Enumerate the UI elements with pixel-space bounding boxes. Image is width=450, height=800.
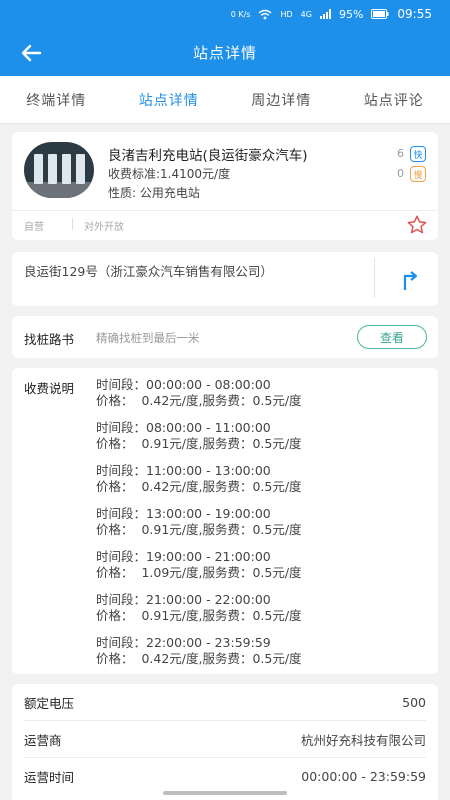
view-guide-button[interactable]: 查看 bbox=[357, 325, 427, 349]
list-item: 时间段：08:00:00 - 11:00:00 价格： 0.91元/度,服务费：0… bbox=[96, 420, 302, 463]
app-bar: 站点详情 bbox=[0, 28, 450, 76]
period-price: 价格： 0.91元/度,服务费：0.5元/度 bbox=[96, 436, 302, 451]
pile-guide-hint: 精确找桩到最后一米 bbox=[96, 331, 200, 345]
tab-bar: 终端详情 站点详情 周边详情 站点评论 bbox=[0, 76, 450, 124]
tag-open-to-public: 对外开放 bbox=[84, 222, 124, 233]
period-price: 价格： 0.91元/度,服务费：0.5元/度 bbox=[96, 522, 302, 537]
operator-value: 杭州好充科技有限公司 bbox=[300, 732, 426, 748]
period-time: 时间段：19:00:00 - 21:00:00 bbox=[96, 549, 271, 564]
operating-hours-value: 00:00:00 - 23:59:59 bbox=[301, 769, 426, 784]
operating-hours-label: 运营时间 bbox=[24, 770, 75, 785]
divider bbox=[72, 218, 73, 230]
navigate-icon[interactable] bbox=[396, 266, 422, 292]
period-price: 价格： 1.09元/度,服务费：0.5元/度 bbox=[96, 565, 302, 580]
fast-charge-badge: 快 bbox=[410, 146, 426, 162]
period-price: 价格： 0.42元/度,服务费：0.5元/度 bbox=[96, 393, 302, 408]
address-card: 良运街129号（浙江豪众汽车销售有限公司） bbox=[12, 252, 438, 306]
slow-charger-count: 0 bbox=[397, 167, 404, 180]
list-item: 时间段：00:00:00 - 08:00:00 价格： 0.42元/度,服务费：0… bbox=[96, 377, 302, 420]
list-item: 时间段：21:00:00 - 22:00:00 价格： 0.91元/度,服务费：0… bbox=[96, 592, 302, 635]
station-card: 良渚吉利充电站(良运街豪众汽车) 收费标准:1.4100元/度 性质: 公用充电… bbox=[12, 132, 438, 240]
divider bbox=[12, 210, 438, 211]
hd-label: HD bbox=[280, 9, 293, 19]
period-price: 价格： 0.42元/度,服务费：0.5元/度 bbox=[96, 479, 302, 494]
list-item: 时间段：19:00:00 - 21:00:00 价格： 1.09元/度,服务费：0… bbox=[96, 549, 302, 592]
period-time: 时间段：00:00:00 - 08:00:00 bbox=[96, 377, 271, 392]
battery-level: 95% bbox=[338, 7, 364, 21]
period-price: 价格： 0.91元/度,服务费：0.5元/度 bbox=[96, 608, 302, 623]
status-bar: 0 K/s HD 4G 95% 09:55 bbox=[0, 0, 450, 28]
list-item: 时间段：22:00:00 - 23:59:59 价格： 0.42元/度,服务费：0… bbox=[96, 635, 302, 678]
network-label: 4G bbox=[300, 9, 312, 19]
period-time: 时间段：22:00:00 - 23:59:59 bbox=[96, 635, 271, 650]
fast-charger-count: 6 bbox=[397, 147, 404, 160]
table-row: 运营商 杭州好充科技有限公司 bbox=[24, 721, 426, 758]
divider bbox=[374, 258, 375, 298]
station-address: 良运街129号（浙江豪众汽车销售有限公司） bbox=[24, 264, 273, 279]
wifi-icon bbox=[259, 9, 272, 19]
rated-voltage-value: 500 bbox=[402, 694, 426, 710]
tab-station-details[interactable]: 站点详情 bbox=[113, 76, 226, 123]
list-item: 时间段：13:00:00 - 19:00:00 价格： 0.91元/度,服务费：0… bbox=[96, 506, 302, 549]
pile-guide-card: 找桩路书 精确找桩到最后一米 查看 bbox=[12, 316, 438, 358]
period-time: 时间段：21:00:00 - 22:00:00 bbox=[96, 592, 271, 607]
station-name: 良渚吉利充电站(良运街豪众汽车) bbox=[108, 148, 308, 164]
arrow-left-icon bbox=[21, 44, 42, 62]
tab-station-comments[interactable]: 站点评论 bbox=[338, 76, 450, 123]
fee-period-list: 时间段：00:00:00 - 08:00:00 价格： 0.42元/度,服务费：0… bbox=[96, 377, 302, 678]
station-fee-standard: 收费标准:1.4100元/度 bbox=[108, 167, 231, 181]
list-item: 时间段：11:00:00 - 13:00:00 价格： 0.42元/度,服务费：0… bbox=[96, 463, 302, 506]
fee-details-card: 收费说明 时间段：00:00:00 - 08:00:00 价格： 0.42元/度,… bbox=[12, 368, 438, 674]
table-row: 运营时间 00:00:00 - 23:59:59 bbox=[24, 758, 426, 795]
net-speed: 0 K/s bbox=[230, 9, 251, 19]
period-price: 价格： 0.42元/度,服务费：0.5元/度 bbox=[96, 651, 302, 666]
tag-self-operated: 自营 bbox=[24, 222, 44, 233]
rated-voltage-label: 额定电压 bbox=[24, 695, 75, 711]
page-title: 站点详情 bbox=[192, 43, 257, 62]
slow-charge-badge: 慢 bbox=[410, 166, 426, 182]
station-info-card: 额定电压 500 运营商 杭州好充科技有限公司 运营时间 00:00:00 - … bbox=[12, 684, 438, 800]
fee-details-label: 收费说明 bbox=[24, 381, 75, 396]
pile-guide-label: 找桩路书 bbox=[24, 332, 75, 347]
period-time: 时间段：11:00:00 - 13:00:00 bbox=[96, 463, 271, 478]
period-time: 时间段：13:00:00 - 19:00:00 bbox=[96, 506, 271, 521]
station-nature: 性质: 公用充电站 bbox=[108, 186, 200, 200]
operator-label: 运营商 bbox=[24, 732, 62, 748]
favorite-star-icon[interactable] bbox=[406, 214, 428, 236]
home-indicator[interactable] bbox=[163, 791, 287, 795]
tab-terminal-details[interactable]: 终端详情 bbox=[0, 76, 113, 123]
station-photo bbox=[24, 142, 94, 198]
battery-icon bbox=[371, 9, 389, 19]
clock: 09:55 bbox=[397, 7, 432, 21]
period-time: 时间段：08:00:00 - 11:00:00 bbox=[96, 420, 271, 435]
back-button[interactable] bbox=[14, 36, 48, 70]
table-row: 额定电压 500 bbox=[24, 684, 426, 721]
tab-nearby-details[interactable]: 周边详情 bbox=[225, 76, 338, 123]
signal-icon bbox=[319, 9, 331, 19]
